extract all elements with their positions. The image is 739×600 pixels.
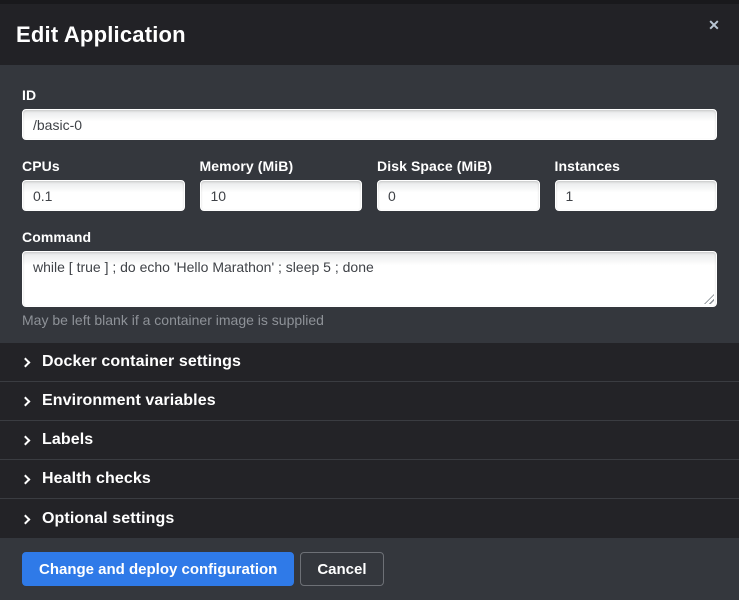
command-label: Command [22,229,717,245]
section-label: Health checks [42,470,151,488]
modal-header: Edit Application ✕ [0,4,739,65]
chevron-right-icon [21,514,31,524]
command-help-text: May be left blank if a container image i… [22,312,717,328]
disk-space-label: Disk Space (MiB) [377,158,540,174]
chevron-right-icon [21,397,31,407]
section-label: Labels [42,431,93,449]
cpus-field-group: CPUs [22,158,185,211]
section-optional-settings[interactable]: Optional settings [0,499,739,538]
memory-field-group: Memory (MiB) [200,158,363,211]
command-textarea-wrap: while [ true ] ; do echo 'Hello Marathon… [22,251,717,307]
instances-field-group: Instances [555,158,718,211]
close-icon[interactable]: ✕ [703,14,725,36]
modal-title: Edit Application [16,22,186,48]
resources-row: CPUs Memory (MiB) Disk Space (MiB) Insta… [22,158,717,211]
command-textarea[interactable]: while [ true ] ; do echo 'Hello Marathon… [22,251,717,307]
chevron-right-icon [21,358,31,368]
cancel-button[interactable]: Cancel [300,552,383,586]
application-form: ID CPUs Memory (MiB) Disk Space (MiB) In… [0,65,739,343]
id-field-group: ID [22,87,717,140]
section-health-checks[interactable]: Health checks [0,460,739,499]
disk-field-group: Disk Space (MiB) [377,158,540,211]
disk-space-input[interactable] [377,180,540,211]
modal-footer: Change and deploy configuration Cancel [0,538,739,600]
cpus-label: CPUs [22,158,185,174]
chevron-right-icon [21,475,31,485]
collapsible-sections: Docker container settings Environment va… [0,343,739,538]
chevron-right-icon [21,436,31,446]
command-field-group: Command while [ true ] ; do echo 'Hello … [22,229,717,328]
section-label: Docker container settings [42,353,241,371]
section-environment-variables[interactable]: Environment variables [0,382,739,421]
edit-application-modal: Edit Application ✕ ID CPUs Memory (MiB) … [0,0,739,599]
memory-label: Memory (MiB) [200,158,363,174]
instances-label: Instances [555,158,718,174]
change-and-deploy-button[interactable]: Change and deploy configuration [22,552,294,586]
instances-input[interactable] [555,180,718,211]
section-docker-container-settings[interactable]: Docker container settings [0,343,739,382]
id-input[interactable] [22,109,717,140]
id-label: ID [22,87,717,103]
memory-input[interactable] [200,180,363,211]
section-labels[interactable]: Labels [0,421,739,460]
section-label: Environment variables [42,392,216,410]
section-label: Optional settings [42,510,174,528]
cpus-input[interactable] [22,180,185,211]
